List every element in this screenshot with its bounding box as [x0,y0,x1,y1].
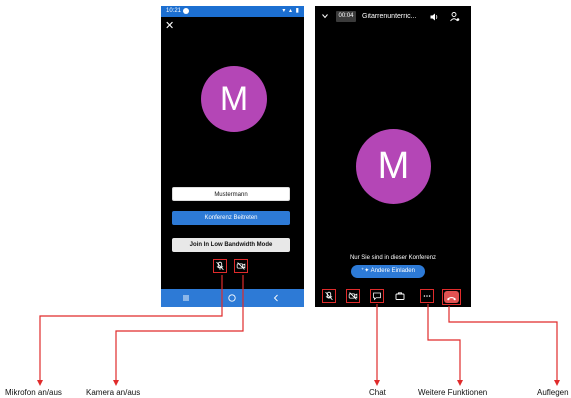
annotation-chat: Chat [369,388,386,397]
annotation-hangup: Auflegen [537,388,569,397]
annotation-mic: Mikrofon an/aus [5,388,62,397]
annotation-lines [37,275,560,386]
annotation-camera: Kamera an/aus [86,388,141,397]
annotation-more: Weitere Funktionen [418,388,488,397]
